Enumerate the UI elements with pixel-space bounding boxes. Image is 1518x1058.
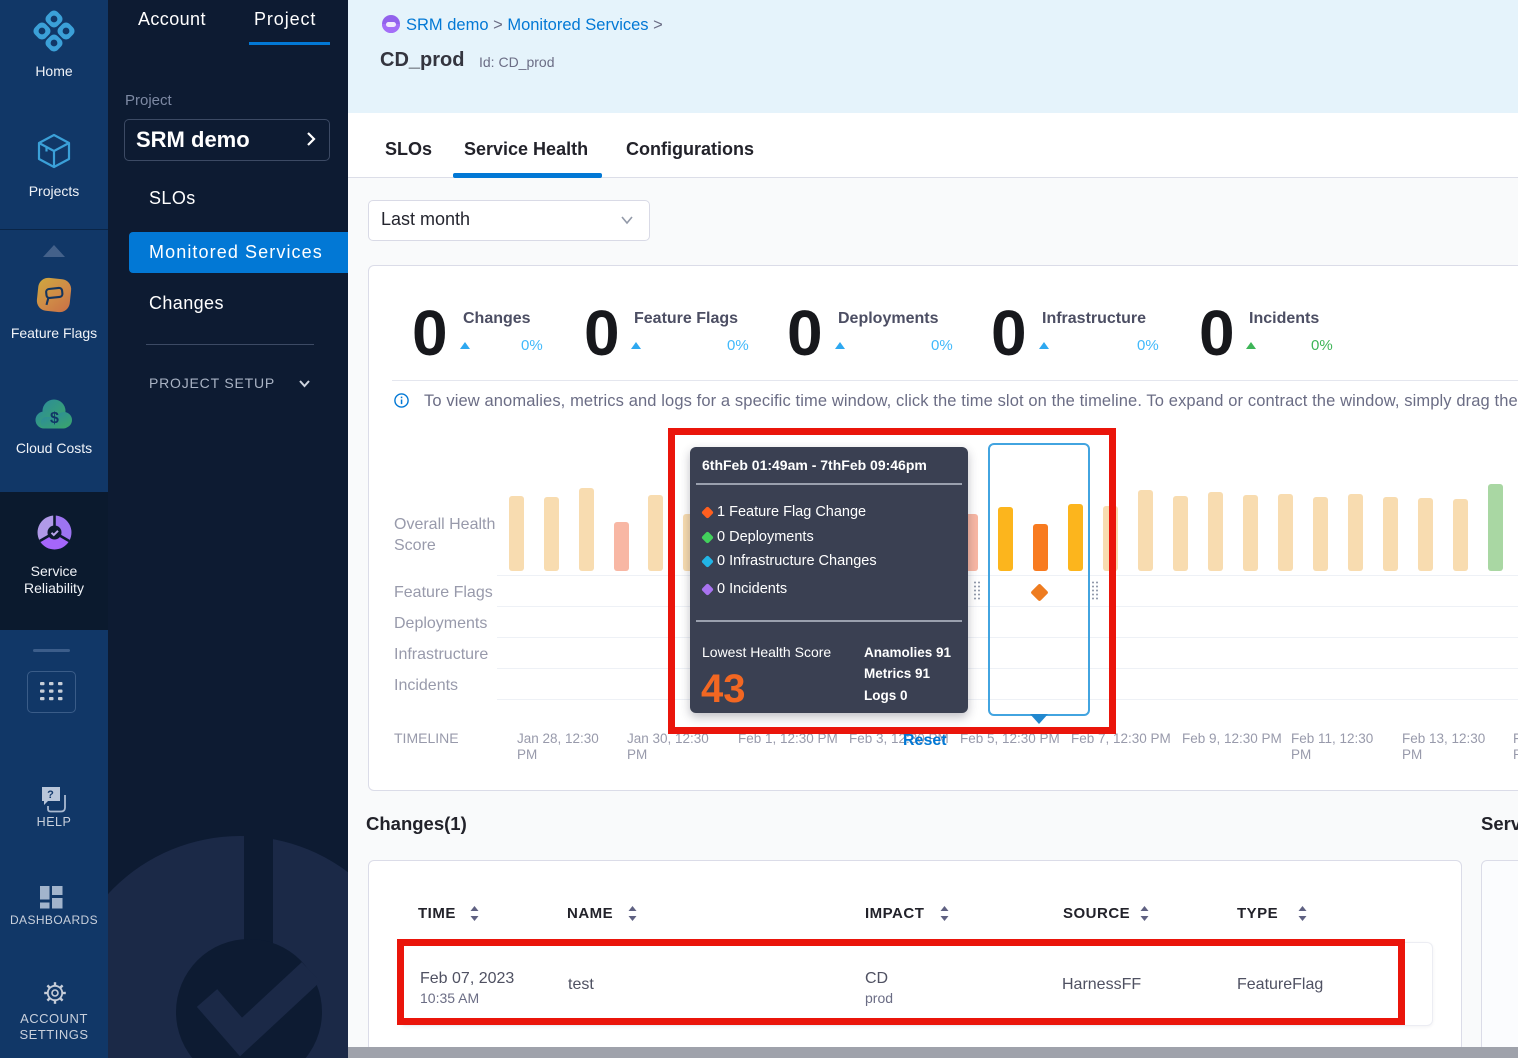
svg-text:$: $ xyxy=(50,410,59,427)
svg-text:?: ? xyxy=(47,789,54,801)
